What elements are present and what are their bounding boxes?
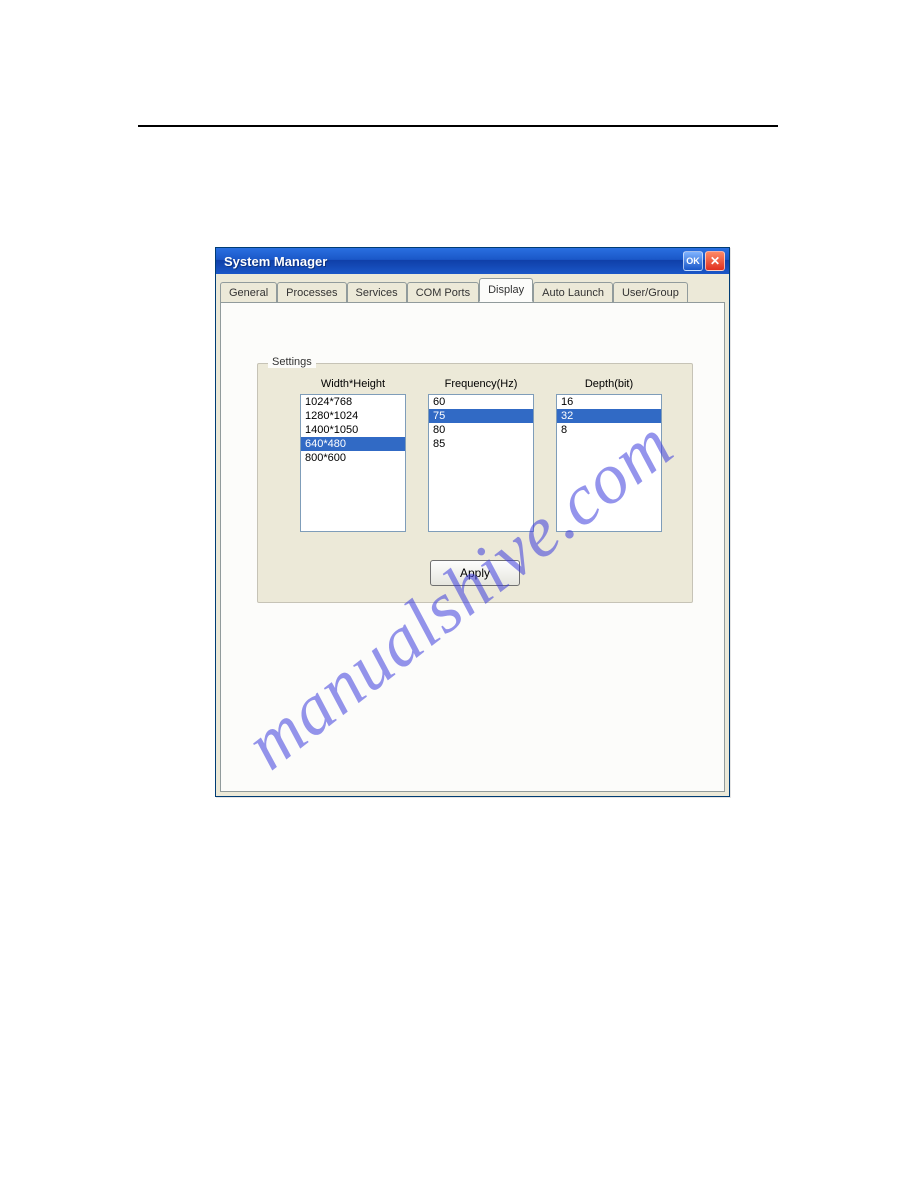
settings-legend: Settings [268, 356, 316, 368]
frequency-listbox[interactable]: 60 75 80 85 [428, 394, 534, 532]
resolution-label: Width*Height [300, 378, 406, 390]
list-item[interactable]: 80 [429, 423, 533, 437]
window-title: System Manager [224, 254, 681, 269]
titlebar[interactable]: System Manager OK ✕ [216, 248, 729, 274]
depth-column: Depth(bit) 16 32 8 [556, 378, 662, 532]
tab-general[interactable]: General [220, 282, 277, 303]
list-item[interactable]: 32 [557, 409, 661, 423]
header-divider [138, 125, 778, 127]
list-item[interactable]: 640*480 [301, 437, 405, 451]
list-item[interactable]: 85 [429, 437, 533, 451]
tab-auto-launch[interactable]: Auto Launch [533, 282, 613, 303]
list-item[interactable]: 1400*1050 [301, 423, 405, 437]
apply-button[interactable]: Apply [430, 560, 520, 586]
close-button[interactable]: ✕ [705, 251, 725, 271]
system-manager-window: System Manager OK ✕ General Processes Se… [215, 247, 730, 797]
list-item[interactable]: 1280*1024 [301, 409, 405, 423]
tab-display[interactable]: Display [479, 278, 533, 302]
list-item[interactable]: 60 [429, 395, 533, 409]
tabstrip: General Processes Services COM Ports Dis… [216, 274, 729, 302]
depth-label: Depth(bit) [556, 378, 662, 390]
settings-groupbox: Settings Width*Height 1024*768 1280*1024… [257, 363, 693, 603]
list-item[interactable]: 1024*768 [301, 395, 405, 409]
settings-columns: Width*Height 1024*768 1280*1024 1400*105… [258, 364, 692, 532]
tab-services[interactable]: Services [347, 282, 407, 303]
resolution-listbox[interactable]: 1024*768 1280*1024 1400*1050 640*480 800… [300, 394, 406, 532]
frequency-label: Frequency(Hz) [428, 378, 534, 390]
depth-listbox[interactable]: 16 32 8 [556, 394, 662, 532]
list-item[interactable]: 8 [557, 423, 661, 437]
tab-com-ports[interactable]: COM Ports [407, 282, 479, 303]
list-item[interactable]: 75 [429, 409, 533, 423]
frequency-column: Frequency(Hz) 60 75 80 85 [428, 378, 534, 532]
tab-panel-display: Settings Width*Height 1024*768 1280*1024… [220, 302, 725, 792]
ok-button[interactable]: OK [683, 251, 703, 271]
tab-user-group[interactable]: User/Group [613, 282, 688, 303]
list-item[interactable]: 800*600 [301, 451, 405, 465]
tab-processes[interactable]: Processes [277, 282, 346, 303]
list-item[interactable]: 16 [557, 395, 661, 409]
resolution-column: Width*Height 1024*768 1280*1024 1400*105… [300, 378, 406, 532]
